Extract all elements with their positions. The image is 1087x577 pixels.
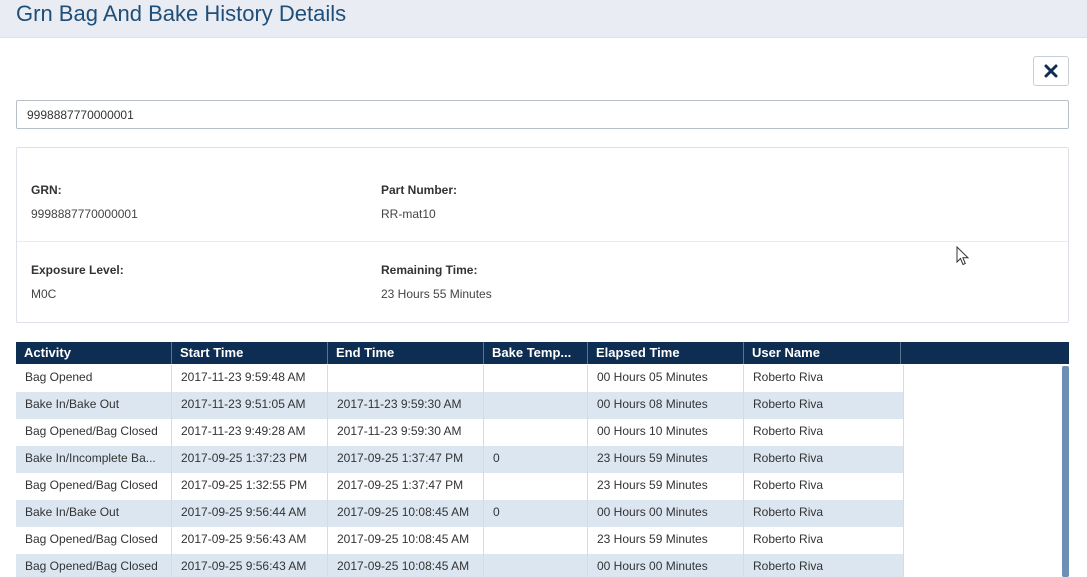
scrollbar-thumb[interactable] [1062, 366, 1069, 577]
cell-elapsed-time: 00 Hours 08 Minutes [588, 392, 744, 419]
cell-bake-temp [484, 365, 588, 392]
cell-end-time: 2017-09-25 1:37:47 PM [328, 446, 484, 473]
cell-activity: Bag Opened/Bag Closed [16, 473, 172, 500]
grn-info-panel: GRN: 9998887770000001 Part Number: RR-ma… [16, 147, 1069, 323]
cell-elapsed-time: 23 Hours 59 Minutes [588, 446, 744, 473]
cell-elapsed-time: 23 Hours 59 Minutes [588, 473, 744, 500]
table-row[interactable]: Bag Opened/Bag Closed 2017-09-25 9:56:43 … [16, 527, 904, 554]
table-row[interactable]: Bag Opened 2017-11-23 9:59:48 AM 00 Hours … [16, 365, 904, 392]
cell-elapsed-time: 00 Hours 00 Minutes [588, 500, 744, 527]
cell-start-time: 2017-09-25 9:56:43 AM [172, 527, 328, 554]
cell-end-time: 2017-09-25 1:37:47 PM [328, 473, 484, 500]
grn-search-input[interactable] [16, 100, 1069, 129]
table-row[interactable]: Bake In/Incomplete Ba... 2017-09-25 1:37:… [16, 446, 904, 473]
cell-user-name: Roberto Riva [744, 365, 904, 392]
remaining-time-value: 23 Hours 55 Minutes [381, 287, 492, 301]
cell-user-name: Roberto Riva [744, 527, 904, 554]
cell-end-time [328, 365, 484, 392]
grid-header: Activity Start Time End Time Bake Temp..… [16, 342, 1069, 364]
cell-activity: Bake In/Bake Out [16, 392, 172, 419]
cell-bake-temp [484, 473, 588, 500]
cell-bake-temp: 0 [484, 500, 588, 527]
cell-end-time: 2017-09-25 10:08:45 AM [328, 527, 484, 554]
cell-activity: Bake In/Bake Out [16, 500, 172, 527]
cell-end-time: 2017-11-23 9:59:30 AM [328, 392, 484, 419]
cell-elapsed-time: 00 Hours 05 Minutes [588, 365, 744, 392]
grn-value: 9998887770000001 [31, 207, 138, 221]
column-header-start-time[interactable]: Start Time [172, 342, 328, 364]
table-row[interactable]: Bag Opened/Bag Closed 2017-09-25 1:32:55 … [16, 473, 904, 500]
remaining-time-label: Remaining Time: [381, 263, 478, 277]
cell-user-name: Roberto Riva [744, 554, 904, 577]
table-row[interactable]: Bag Opened/Bag Closed 2017-11-23 9:49:28 … [16, 419, 904, 446]
cell-start-time: 2017-09-25 1:32:55 PM [172, 473, 328, 500]
cell-user-name: Roberto Riva [744, 473, 904, 500]
column-header-bake-temp[interactable]: Bake Temp... [484, 342, 588, 364]
cell-activity: Bag Opened/Bag Closed [16, 554, 172, 577]
cell-end-time: 2017-09-25 10:08:45 AM [328, 500, 484, 527]
history-grid: Activity Start Time End Time Bake Temp..… [16, 342, 1069, 577]
column-header-activity[interactable]: Activity [16, 342, 172, 364]
cell-activity: Bake In/Incomplete Ba... [16, 446, 172, 473]
grid-body: Bag Opened 2017-11-23 9:59:48 AM 00 Hours … [16, 365, 904, 577]
grid-scrollbar[interactable] [1062, 366, 1069, 577]
exposure-level-label: Exposure Level: [31, 263, 124, 277]
cell-user-name: Roberto Riva [744, 392, 904, 419]
part-number-value: RR-mat10 [381, 207, 436, 221]
cell-start-time: 2017-11-23 9:51:05 AM [172, 392, 328, 419]
table-row[interactable]: Bake In/Bake Out 2017-11-23 9:51:05 AM 201… [16, 392, 904, 419]
table-row[interactable]: Bake In/Bake Out 2017-09-25 9:56:44 AM 201… [16, 500, 904, 527]
cell-start-time: 2017-09-25 9:56:44 AM [172, 500, 328, 527]
cell-activity: Bag Opened/Bag Closed [16, 527, 172, 554]
cell-end-time: 2017-11-23 9:59:30 AM [328, 419, 484, 446]
cell-bake-temp [484, 554, 588, 577]
cell-user-name: Roberto Riva [744, 419, 904, 446]
grn-label: GRN: [31, 183, 62, 197]
cell-elapsed-time: 23 Hours 59 Minutes [588, 527, 744, 554]
cell-start-time: 2017-09-25 9:56:43 AM [172, 554, 328, 577]
info-divider [17, 241, 1068, 242]
table-row[interactable]: Bag Opened/Bag Closed 2017-09-25 9:56:43 … [16, 554, 904, 577]
close-icon [1044, 64, 1058, 78]
close-button[interactable] [1033, 56, 1069, 86]
cell-end-time: 2017-09-25 10:08:45 AM [328, 554, 484, 577]
cell-start-time: 2017-11-23 9:49:28 AM [172, 419, 328, 446]
cell-user-name: Roberto Riva [744, 446, 904, 473]
page-title: Grn Bag And Bake History Details [16, 1, 347, 26]
title-bar: Grn Bag And Bake History Details [0, 0, 1087, 38]
cell-bake-temp [484, 527, 588, 554]
exposure-level-value: M0C [31, 287, 57, 301]
cell-bake-temp: 0 [484, 446, 588, 473]
cell-elapsed-time: 00 Hours 10 Minutes [588, 419, 744, 446]
part-number-label: Part Number: [381, 183, 458, 197]
cell-elapsed-time: 00 Hours 00 Minutes [588, 554, 744, 577]
cell-start-time: 2017-09-25 1:37:23 PM [172, 446, 328, 473]
column-header-elapsed-time[interactable]: Elapsed Time [588, 342, 744, 364]
cell-user-name: Roberto Riva [744, 500, 904, 527]
column-header-end-time[interactable]: End Time [328, 342, 484, 364]
cell-activity: Bag Opened [16, 365, 172, 392]
cell-bake-temp [484, 419, 588, 446]
cell-bake-temp [484, 392, 588, 419]
mouse-cursor-icon [956, 246, 970, 266]
cell-start-time: 2017-11-23 9:59:48 AM [172, 365, 328, 392]
cell-activity: Bag Opened/Bag Closed [16, 419, 172, 446]
column-header-user-name[interactable]: User Name [744, 342, 901, 364]
